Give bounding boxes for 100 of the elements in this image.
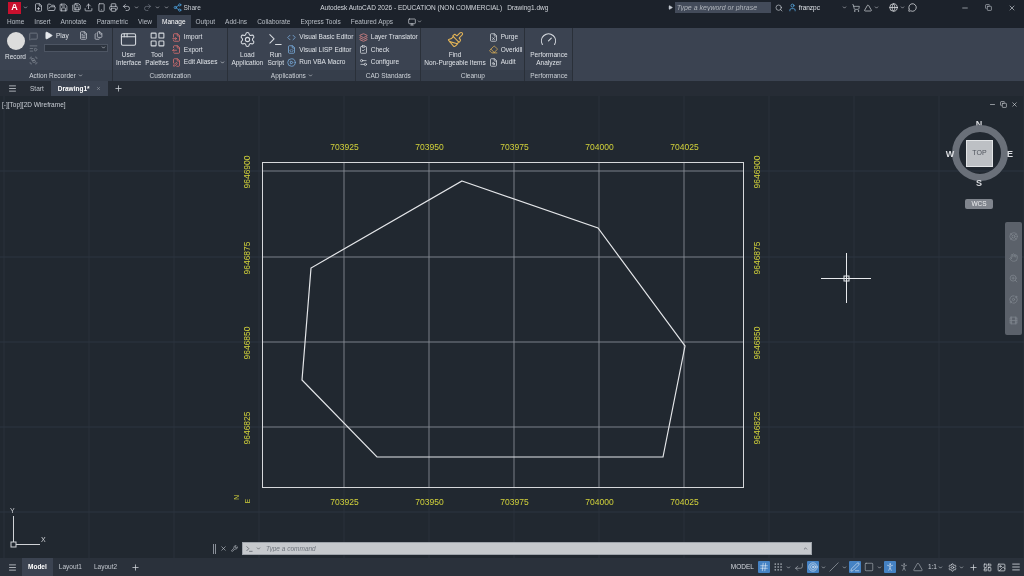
status-toggle[interactable]: [911, 561, 924, 573]
file-arrow-icon: [171, 45, 181, 55]
gear-icon: [238, 31, 256, 48]
code-file-icon: [287, 45, 297, 55]
picture-icon[interactable]: [997, 562, 1006, 572]
menu-icon[interactable]: [8, 562, 17, 572]
gear-icon[interactable]: [948, 562, 957, 572]
caret-icon[interactable]: [876, 564, 882, 570]
status-toggle[interactable]: [827, 561, 840, 573]
file-pen-icon: [171, 57, 181, 67]
panels-icon[interactable]: [983, 562, 992, 572]
status-toggle[interactable]: [771, 561, 784, 573]
northing-label: 9646850: [752, 326, 762, 360]
file-arrow-icon: [171, 32, 181, 42]
status-toggle[interactable]: [848, 561, 861, 573]
crosshair-cursor: [820, 252, 872, 304]
caret-icon[interactable]: [959, 564, 964, 570]
compass-south-label[interactable]: S: [976, 178, 982, 188]
menu-icon[interactable]: [8, 84, 17, 93]
plus-icon[interactable]: [113, 84, 123, 93]
northing-label: 9646875: [752, 241, 762, 275]
easting-label: 703975: [500, 497, 529, 507]
sliders-icon: [358, 57, 368, 67]
globe-icon[interactable]: [889, 3, 898, 12]
app-menu-button[interactable]: A: [8, 1, 21, 14]
corner-arrow-icon: [793, 562, 804, 572]
easting-label: 704000: [585, 497, 614, 507]
triangle-icon: [912, 562, 923, 572]
folder-icon[interactable]: [46, 3, 56, 12]
save-icon[interactable]: [59, 3, 68, 12]
file-x-icon: [488, 32, 498, 42]
hash-icon: [758, 562, 769, 572]
status-toggle[interactable]: [806, 561, 819, 573]
slash-icon: [828, 562, 839, 572]
status-toggle[interactable]: [883, 561, 896, 573]
group-icon: [29, 56, 38, 65]
menu-icon[interactable]: [1011, 562, 1021, 572]
redo-icon[interactable]: [142, 3, 152, 12]
cart-icon[interactable]: [852, 3, 860, 12]
caret-icon[interactable]: [785, 564, 791, 570]
northing-label: 9646900: [242, 155, 252, 189]
play-icon: [44, 31, 53, 41]
grid-icon: [148, 31, 166, 48]
file-search-icon: [488, 57, 498, 67]
restore-icon[interactable]: [985, 4, 992, 11]
printer-icon[interactable]: [109, 3, 118, 12]
wrench-icon[interactable]: [231, 545, 238, 552]
user-icon: [787, 3, 797, 12]
brush-icon: [446, 31, 464, 48]
chat-bubble-icon[interactable]: [908, 3, 917, 12]
play-circle-icon: [287, 57, 297, 67]
monitor-icon[interactable]: [408, 17, 416, 26]
compass-west-label[interactable]: W: [945, 149, 955, 159]
share-icon: [172, 3, 182, 12]
window-icon: [120, 31, 138, 48]
target-icon: [807, 562, 818, 572]
status-toggle[interactable]: [862, 561, 875, 573]
phone-icon[interactable]: [96, 3, 106, 12]
upload-icon[interactable]: [84, 3, 93, 12]
caret-icon: [220, 59, 226, 65]
caret-icon: [101, 45, 106, 51]
triangle-right-icon[interactable]: [667, 5, 673, 10]
pen-icon: [849, 562, 860, 572]
close-icon[interactable]: [220, 545, 227, 552]
grip-handle-icon[interactable]: [213, 543, 216, 554]
easting-label: 704025: [670, 142, 699, 152]
record-icon: [6, 32, 25, 50]
caret-icon[interactable]: [820, 564, 826, 570]
save-all-icon[interactable]: [71, 3, 81, 12]
search-icon[interactable]: [774, 3, 783, 12]
close-icon[interactable]: [1011, 101, 1018, 108]
restore-icon[interactable]: [1000, 101, 1007, 108]
plus-icon[interactable]: [969, 562, 978, 572]
status-toggle[interactable]: [757, 561, 770, 573]
compass-east-label[interactable]: E: [1007, 149, 1013, 159]
new-file-icon[interactable]: [34, 3, 43, 12]
easting-label: 703925: [330, 142, 359, 152]
triangle-icon[interactable]: [864, 3, 872, 12]
northing-label: 9646900: [752, 155, 762, 189]
documents-icon[interactable]: [93, 31, 103, 41]
code-icon: [287, 32, 297, 42]
list-icon: [29, 44, 38, 53]
caret-icon[interactable]: [841, 564, 847, 570]
dots-icon: [772, 562, 783, 572]
terminal-icon[interactable]: [245, 544, 254, 553]
easting-label: 703950: [415, 497, 444, 507]
close-icon[interactable]: [1008, 3, 1016, 12]
caret-icon: [938, 564, 943, 570]
speech-bubble-icon: [29, 32, 38, 41]
northing-label: 9646825: [242, 411, 252, 445]
ucs-icon: [10, 515, 41, 548]
status-toggle[interactable]: [792, 561, 805, 573]
document-icon[interactable]: [78, 31, 88, 41]
terminal-icon: [267, 31, 285, 48]
easting-label: 704000: [585, 142, 614, 152]
minimize-icon[interactable]: [989, 101, 996, 108]
northing-label: 9646875: [242, 241, 252, 275]
plus-icon[interactable]: [131, 562, 141, 572]
undo-icon[interactable]: [121, 3, 131, 12]
compass-ring[interactable]: [952, 125, 1008, 181]
